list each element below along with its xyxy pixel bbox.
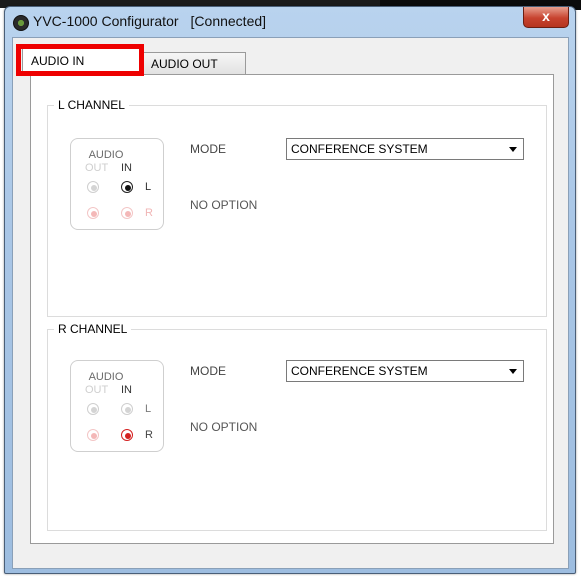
radio-in-r[interactable] (121, 429, 133, 441)
window-title-text: YVC-1000 Configurator (33, 13, 179, 29)
mode-label: MODE (190, 142, 226, 156)
row-l-label: L (145, 181, 152, 193)
close-icon: x (542, 8, 550, 24)
l-audio-indicator: AUDIO OUT IN L R (70, 138, 164, 230)
tab-audio-out-label: AUDIO OUT (151, 57, 218, 71)
r-audio-indicator: AUDIO OUT IN L R (70, 360, 164, 452)
window-title: YVC-1000 Configurator [Connected] (33, 13, 278, 29)
row-r-label: R (145, 429, 153, 441)
l-mode-value: CONFERENCE SYSTEM (291, 142, 428, 156)
row-l-label: L (145, 403, 152, 415)
radio-out-r[interactable] (87, 429, 99, 441)
in-label: IN (121, 162, 132, 174)
title-bar[interactable]: YVC-1000 Configurator [Connected] x (5, 7, 575, 37)
tab-audio-out[interactable]: AUDIO OUT (142, 52, 246, 74)
out-label: OUT (85, 384, 109, 396)
chevron-down-icon (509, 147, 517, 152)
l-mode-select[interactable]: CONFERENCE SYSTEM (286, 138, 524, 160)
l-channel-group: L CHANNEL AUDIO OUT IN L R MODE CONFEREN… (47, 98, 547, 317)
mode-label: MODE (190, 364, 226, 378)
in-label: IN (121, 384, 132, 396)
audio-label: AUDIO (88, 149, 124, 161)
option-text: NO OPTION (190, 420, 258, 434)
radio-in-l[interactable] (121, 181, 133, 193)
highlight-box (16, 44, 144, 76)
radio-in-r[interactable] (121, 207, 133, 219)
out-label: OUT (85, 162, 109, 174)
connection-status: [Connected] (190, 13, 267, 29)
close-button[interactable]: x (523, 7, 569, 28)
option-text: NO OPTION (190, 198, 258, 212)
r-mode-value: CONFERENCE SYSTEM (291, 364, 428, 378)
r-mode-select[interactable]: CONFERENCE SYSTEM (286, 360, 524, 382)
r-channel-title: R CHANNEL (54, 322, 132, 336)
r-channel-group: R CHANNEL AUDIO OUT IN L R MODE CONFEREN… (47, 322, 547, 531)
row-r-label: R (145, 207, 153, 219)
l-channel-title: L CHANNEL (54, 98, 129, 112)
radio-in-l[interactable] (121, 403, 133, 415)
chevron-down-icon (509, 369, 517, 374)
radio-out-l[interactable] (87, 181, 99, 193)
radio-out-l[interactable] (87, 403, 99, 415)
audio-label: AUDIO (88, 371, 124, 383)
audio-in-panel: L CHANNEL AUDIO OUT IN L R MODE CONFEREN… (30, 74, 554, 544)
radio-out-r[interactable] (87, 207, 99, 219)
app-gear-icon (13, 15, 29, 31)
